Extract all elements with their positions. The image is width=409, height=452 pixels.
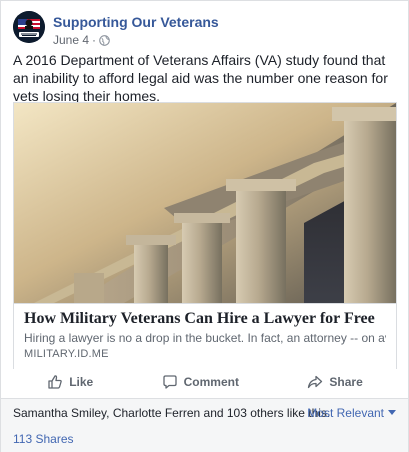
post-meta: June 4 · (53, 33, 110, 47)
avatar[interactable] (13, 11, 45, 43)
post-footer: Samantha Smiley, Charlotte Ferren and 10… (1, 398, 408, 452)
link-preview-body[interactable]: How Military Veterans Can Hire a Lawyer … (14, 303, 396, 369)
caret-down-icon (388, 410, 396, 415)
thumbs-up-icon (48, 375, 62, 389)
link-description: Hiring a lawyer is no a drop in the buck… (24, 331, 386, 345)
likes-summary[interactable]: Samantha Smiley, Charlotte Ferren and 10… (13, 406, 330, 420)
most-relevant-dropdown[interactable]: Most Relevant (307, 406, 396, 420)
meta-separator: · (92, 33, 97, 47)
comment-icon (162, 375, 177, 389)
like-button[interactable]: Like (47, 374, 93, 390)
share-label: Share (329, 375, 363, 389)
link-preview-image[interactable] (14, 103, 396, 303)
link-preview[interactable]: How Military Veterans Can Hire a Lawyer … (13, 102, 397, 369)
courthouse-columns-image (14, 103, 396, 303)
link-domain: MILITARY.ID.ME (24, 348, 109, 360)
share-arrow-icon (308, 375, 323, 389)
shares-count[interactable]: 113 Shares (13, 432, 74, 446)
sort-label: Most Relevant (307, 406, 384, 420)
page-name-link[interactable]: Supporting Our Veterans (53, 14, 219, 30)
flag-logo-icon (13, 11, 45, 43)
post-actions: Like Comment Share (13, 367, 397, 397)
comment-button[interactable]: Comment (162, 374, 239, 390)
share-button[interactable]: Share (307, 374, 363, 390)
like-label: Like (69, 375, 94, 389)
post-date[interactable]: June 4 (53, 33, 89, 47)
post-card: Supporting Our Veterans June 4 · A 2016 … (0, 0, 409, 452)
comment-label: Comment (183, 375, 239, 389)
post-text: A 2016 Department of Veterans Affairs (V… (13, 52, 388, 104)
link-title[interactable]: How Military Veterans Can Hire a Lawyer … (24, 310, 386, 328)
globe-icon[interactable] (99, 34, 110, 46)
